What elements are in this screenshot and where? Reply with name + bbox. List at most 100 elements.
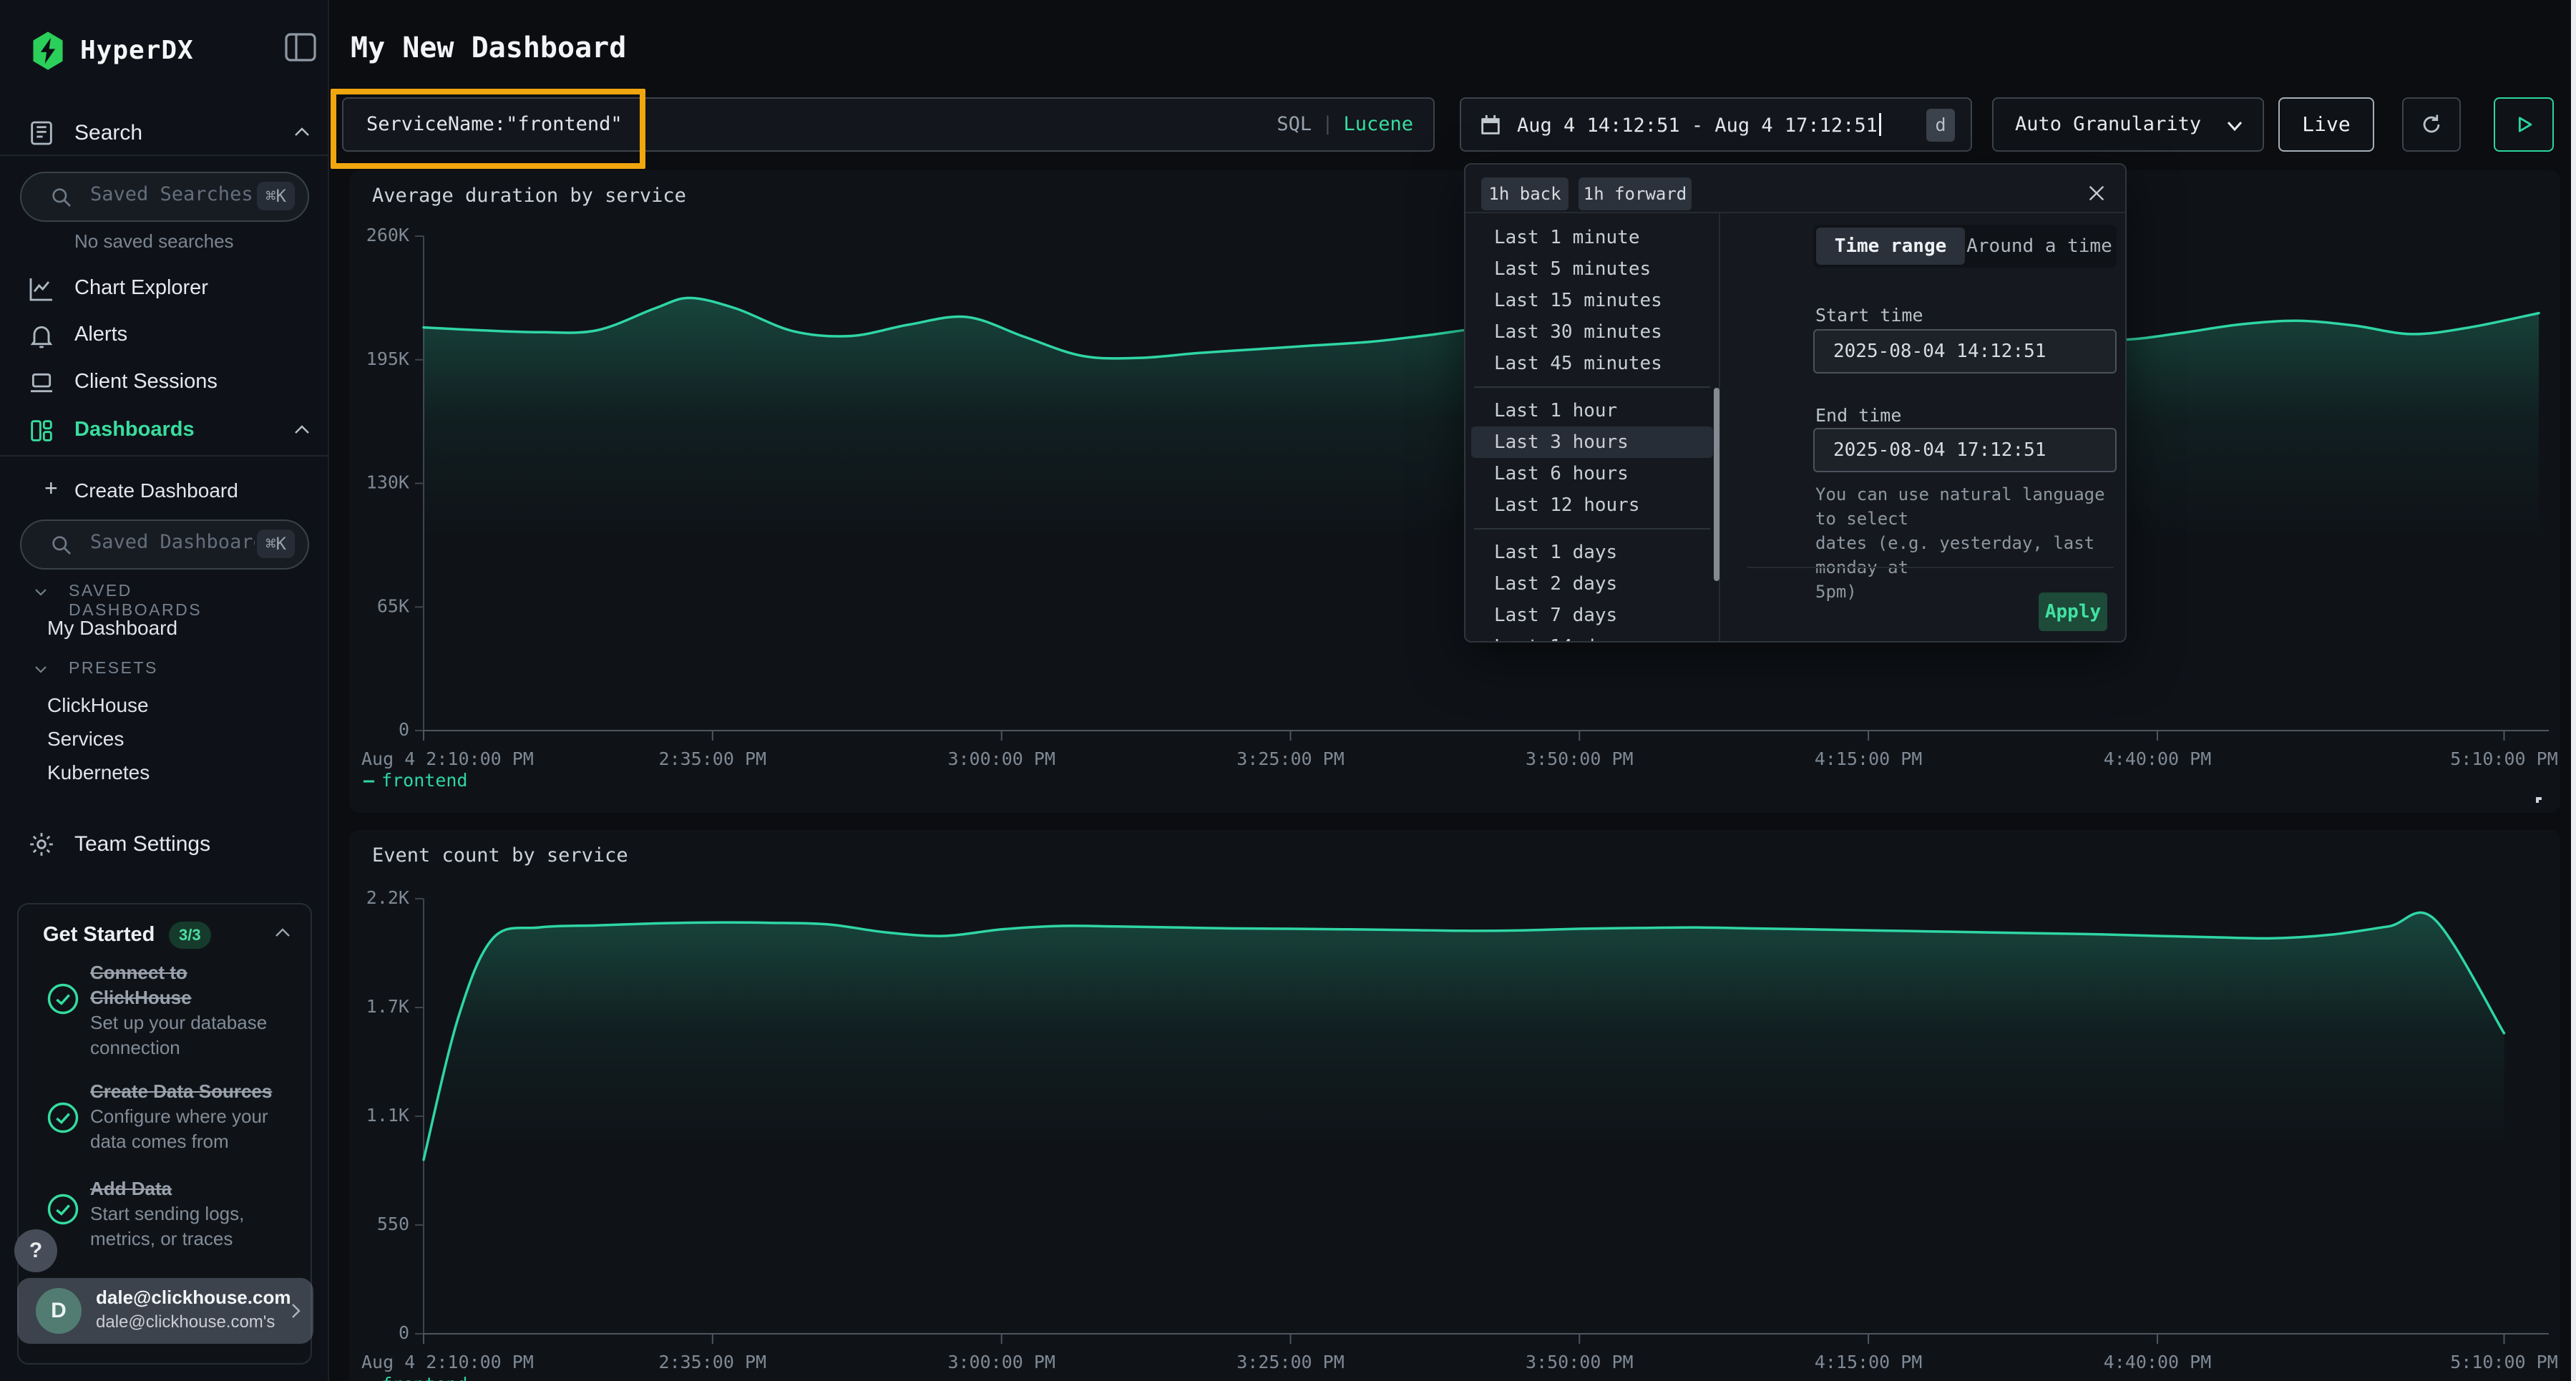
svg-text:3:00:00 PM: 3:00:00 PM <box>947 1352 1055 1372</box>
lucene-mode-option[interactable]: Lucene <box>1343 113 1413 135</box>
chevron-up-icon[interactable] <box>292 422 312 438</box>
divider <box>1474 386 1710 388</box>
sidebar-item-team-settings[interactable]: Team Settings <box>0 824 329 866</box>
sql-mode-option[interactable]: SQL <box>1277 113 1312 135</box>
shift-back-button[interactable]: 1h back <box>1481 177 1568 210</box>
chart-title: Event count by service <box>372 844 628 867</box>
svg-text:2.2K: 2.2K <box>366 887 409 908</box>
get-started-title: Get Started <box>43 923 155 947</box>
svg-text:2:35:00 PM: 2:35:00 PM <box>659 748 767 769</box>
get-started-item[interactable]: Create Data Sources Configure where your… <box>90 1079 278 1154</box>
range-option[interactable]: Last 12 hours <box>1465 489 1719 521</box>
range-option[interactable]: Last 6 hours <box>1465 458 1719 489</box>
sidebar-item-search[interactable]: Search <box>0 113 329 155</box>
panel-resize-handle[interactable] <box>2527 789 2543 804</box>
help-button[interactable]: ? <box>14 1229 57 1272</box>
chart-legend[interactable]: —frontend <box>364 770 467 791</box>
svg-text:0: 0 <box>399 719 409 740</box>
create-dashboard-label: Create Dashboard <box>74 479 238 502</box>
divider <box>0 155 329 156</box>
svg-text:Aug 4 2:10:00 PM: Aug 4 2:10:00 PM <box>361 748 534 769</box>
sidebar-item-chart-explorer[interactable]: Chart Explorer <box>0 269 329 311</box>
refresh-icon <box>2419 112 2444 137</box>
get-started-item[interactable]: Add Data Start sending logs, metrics, or… <box>90 1176 278 1251</box>
svg-text:65K: 65K <box>377 595 409 616</box>
sidebar-item-my-dashboard[interactable]: My Dashboard <box>47 617 177 640</box>
run-query-button[interactable] <box>2494 97 2554 152</box>
get-started-progress-badge: 3/3 <box>169 922 211 949</box>
time-picker-popover: 1h back 1h forward Last 1 minute Last 5 … <box>1464 163 2127 643</box>
user-menu[interactable]: D dale@clickhouse.com dale@clickhouse.co… <box>17 1278 313 1344</box>
check-circle-icon <box>44 980 82 1018</box>
chart-legend[interactable]: —frontend <box>364 1374 467 1381</box>
saved-dashboards-input[interactable] <box>90 531 255 553</box>
shift-forward-button[interactable]: 1h forward <box>1579 177 1692 210</box>
window-scrollbar[interactable] <box>2571 0 2576 1381</box>
range-option[interactable]: Last 1 minute <box>1465 222 1719 253</box>
range-option[interactable]: Last 5 minutes <box>1465 253 1719 285</box>
chart-panel-event-count[interactable]: Event count by service 2.2K1.7K1.1K5500A… <box>349 830 2560 1381</box>
svg-text:130K: 130K <box>366 472 409 493</box>
no-saved-searches-text: No saved searches <box>74 230 234 253</box>
list-scrollbar-thumb[interactable] <box>1714 388 1719 581</box>
sidebar-item-services[interactable]: Services <box>47 728 124 751</box>
start-time-input[interactable]: 2025-08-04 14:12:51 <box>1813 329 2117 374</box>
svg-text:4:15:00 PM: 4:15:00 PM <box>1815 1352 1923 1372</box>
line-chart[interactable]: 2.2K1.7K1.1K5500Aug 4 2:10:00 PM2:35:00 … <box>349 830 2560 1381</box>
start-time-label: Start time <box>1815 305 1923 326</box>
get-started-item[interactable]: Connect to ClickHouse Set up your databa… <box>90 960 278 1060</box>
range-option-selected[interactable]: Last 3 hours <box>1471 426 1713 458</box>
search-icon <box>50 186 73 209</box>
end-time-input[interactable]: 2025-08-04 17:12:51 <box>1813 428 2117 472</box>
shortcut-badge: ⌘K <box>257 182 295 210</box>
range-option[interactable]: Last 30 minutes <box>1465 316 1719 348</box>
sidebar-item-kubernetes[interactable]: Kubernetes <box>47 761 150 784</box>
granularity-select[interactable]: Auto Granularity <box>1992 97 2264 152</box>
saved-searches-search[interactable]: ⌘K <box>20 172 309 222</box>
line-chart[interactable]: 260K195K130K65K0Aug 4 2:10:00 PM2:35:00 … <box>349 170 2560 813</box>
tab-time-range[interactable]: Time range <box>1816 228 1965 265</box>
check-circle-icon <box>44 1099 82 1136</box>
chevron-down-icon <box>33 663 49 675</box>
range-option[interactable]: Last 15 minutes <box>1465 285 1719 316</box>
query-language-toggle: SQL|Lucene <box>1277 113 1413 135</box>
natural-language-hint: You can use natural language to select d… <box>1815 482 2125 604</box>
live-button[interactable]: Live <box>2278 97 2374 152</box>
close-icon[interactable] <box>2085 182 2108 205</box>
sidebar-item-alerts[interactable]: Alerts <box>0 316 329 357</box>
time-range-input[interactable]: Aug 4 14:12:51 - Aug 4 17:12:51 d <box>1460 97 1972 152</box>
task-title: Create Data Sources <box>90 1079 278 1104</box>
chart-panel-avg-duration[interactable]: Average duration by service 260K195K130K… <box>349 170 2560 813</box>
sidebar-item-client-sessions[interactable]: Client Sessions <box>0 363 329 404</box>
chart-title: Average duration by service <box>372 185 686 207</box>
chart-line-icon <box>27 275 56 303</box>
sidebar-collapse-icon[interactable] <box>283 31 318 63</box>
range-option[interactable]: Last 14 days <box>1465 631 1719 643</box>
date-hint-badge: d <box>1926 109 1955 142</box>
calendar-icon <box>1478 113 1503 137</box>
range-option[interactable]: Last 1 hour <box>1465 395 1719 426</box>
brand-name: HyperDX <box>80 36 194 65</box>
svg-text:4:40:00 PM: 4:40:00 PM <box>2104 748 2212 769</box>
sidebar-item-dashboards[interactable]: Dashboards <box>0 411 329 452</box>
apply-button[interactable]: Apply <box>2039 592 2107 631</box>
range-option[interactable]: Last 1 days <box>1465 537 1719 568</box>
create-dashboard-button[interactable]: + Create Dashboard <box>0 475 329 511</box>
tab-around-a-time[interactable]: Around a time <box>1965 228 2114 265</box>
chevron-up-icon[interactable] <box>292 125 312 140</box>
brand-row: HyperDX <box>0 26 329 72</box>
refresh-button[interactable] <box>2402 97 2461 152</box>
svg-text:5:10:00 PM: 5:10:00 PM <box>2450 1352 2558 1372</box>
sidebar-item-clickhouse[interactable]: ClickHouse <box>47 694 149 717</box>
saved-dashboards-search[interactable]: ⌘K <box>20 519 309 570</box>
range-option[interactable]: Last 2 days <box>1465 568 1719 600</box>
legend-swatch: — <box>364 1374 374 1381</box>
saved-searches-input[interactable] <box>90 183 255 205</box>
hyperdx-logo-icon <box>27 30 69 72</box>
page-title: My New Dashboard <box>351 31 626 64</box>
task-title: Add Data <box>90 1176 278 1201</box>
range-option[interactable]: Last 7 days <box>1465 600 1719 631</box>
range-option[interactable]: Last 45 minutes <box>1465 348 1719 379</box>
chevron-up-icon[interactable] <box>273 926 292 940</box>
divider <box>1474 528 1710 530</box>
